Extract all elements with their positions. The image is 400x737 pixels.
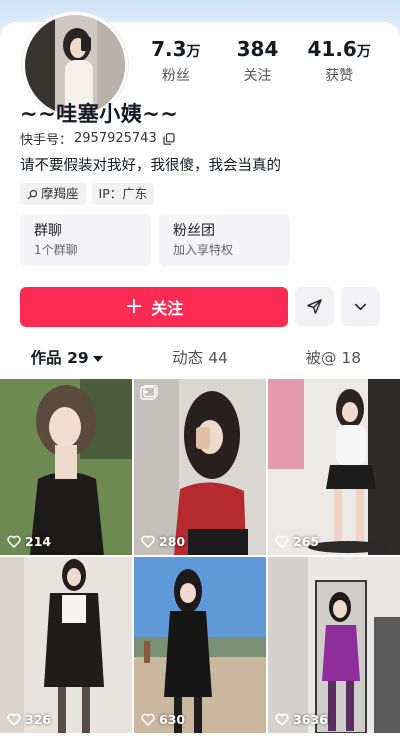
- chevron-down-icon: [354, 303, 367, 311]
- like-count: 265: [275, 534, 319, 549]
- heart-icon: [141, 713, 155, 726]
- tag-label: IP：广东: [98, 186, 148, 201]
- profile-id-value: 2957925743: [74, 131, 157, 146]
- share-button[interactable]: [295, 287, 334, 326]
- tab-works[interactable]: 作品 29: [0, 347, 133, 369]
- caret-down-icon: [92, 355, 103, 362]
- search-icon: [27, 189, 38, 200]
- group-chat-card[interactable]: 群聊 1个群聊: [20, 214, 151, 266]
- video-thumbnail: [268, 379, 400, 555]
- video-thumbnail: [268, 557, 400, 733]
- video-grid: 214 280 265 326 630 3636: [0, 379, 400, 733]
- tab-label: 动态 44: [172, 349, 228, 367]
- video-thumbnail: [134, 379, 266, 555]
- like-count: 3636: [275, 712, 328, 727]
- video-tile[interactable]: 265: [268, 379, 400, 555]
- feature-title: 粉丝团: [173, 223, 215, 239]
- stat-followers[interactable]: 7.3万 粉丝: [135, 36, 217, 85]
- action-row: + 关注: [20, 287, 380, 327]
- fan-club-card[interactable]: 粉丝团 加入享特权: [159, 214, 290, 266]
- stat-value: 7.3: [151, 37, 187, 61]
- send-icon: [307, 299, 322, 314]
- stat-following[interactable]: 384 关注: [217, 36, 299, 85]
- tab-label: 作品 29: [30, 349, 89, 367]
- stat-label: 获赞: [325, 68, 354, 84]
- feature-subtitle: 1个群聊: [34, 243, 78, 257]
- tab-moments[interactable]: 动态 44: [133, 347, 266, 369]
- heart-icon: [7, 713, 21, 726]
- video-thumbnail: [134, 557, 266, 733]
- profile-id-label: 快手号：: [20, 133, 73, 148]
- video-thumbnail: [0, 557, 132, 733]
- profile-id-row: 快手号： 2957925743: [20, 129, 175, 148]
- heart-icon: [7, 535, 21, 548]
- profile-stats: 7.3万 粉丝 384 关注 41.6万 获赞: [135, 36, 380, 85]
- content-tabs: 作品 29 动态 44 被@ 18: [0, 347, 400, 369]
- feature-title: 群聊: [34, 223, 62, 239]
- like-value: 280: [159, 534, 186, 549]
- heart-icon: [275, 535, 289, 548]
- video-tile[interactable]: 214: [0, 379, 132, 555]
- video-tile[interactable]: 326: [0, 557, 132, 733]
- like-count: 326: [7, 712, 51, 727]
- stat-unit: 万: [186, 44, 201, 60]
- video-tile[interactable]: 3636: [268, 557, 400, 733]
- stat-unit: 万: [356, 44, 371, 60]
- plus-icon: +: [124, 294, 144, 319]
- tag-zodiac: 摩羯座: [20, 183, 86, 205]
- profile-name: ~~哇塞小姨~~: [20, 102, 179, 126]
- copy-icon[interactable]: [163, 132, 175, 145]
- album-icon: [140, 385, 158, 400]
- feature-subtitle: 加入享特权: [173, 243, 234, 257]
- heart-icon: [141, 535, 155, 548]
- like-count: 214: [7, 534, 51, 549]
- stat-label: 关注: [243, 68, 272, 84]
- tag-label: 摩羯座: [41, 186, 79, 201]
- like-count: 280: [141, 534, 185, 549]
- feature-cards: 群聊 1个群聊 粉丝团 加入享特权: [20, 214, 290, 266]
- follow-button[interactable]: + 关注: [20, 287, 288, 327]
- like-count: 630: [141, 712, 185, 727]
- stat-likes[interactable]: 41.6万 获赞: [298, 36, 380, 85]
- tab-mentions[interactable]: 被@ 18: [267, 347, 400, 369]
- video-tile[interactable]: 280: [134, 379, 266, 555]
- profile-card: 7.3万 粉丝 384 关注 41.6万 获赞 ~~哇塞小姨~~ 快手号： 29…: [0, 12, 400, 737]
- heart-icon: [275, 713, 289, 726]
- like-value: 214: [25, 534, 52, 549]
- like-value: 326: [25, 712, 52, 727]
- video-thumbnail: [0, 379, 132, 555]
- like-value: 265: [293, 534, 320, 549]
- profile-bio: 请不要假装对我好，我很傻，我会当真的: [20, 158, 281, 174]
- profile-tags: 摩羯座 IP：广东: [20, 183, 155, 205]
- video-tile[interactable]: 630: [134, 557, 266, 733]
- like-value: 3636: [293, 712, 328, 727]
- stat-value: 384: [236, 37, 279, 61]
- more-button[interactable]: [341, 287, 380, 326]
- stat-label: 粉丝: [161, 68, 190, 84]
- follow-label: 关注: [151, 299, 184, 318]
- tag-ip: IP：广东: [91, 183, 155, 205]
- tab-label: 被@ 18: [305, 349, 362, 367]
- like-value: 630: [159, 712, 186, 727]
- stat-value: 41.6: [307, 37, 357, 61]
